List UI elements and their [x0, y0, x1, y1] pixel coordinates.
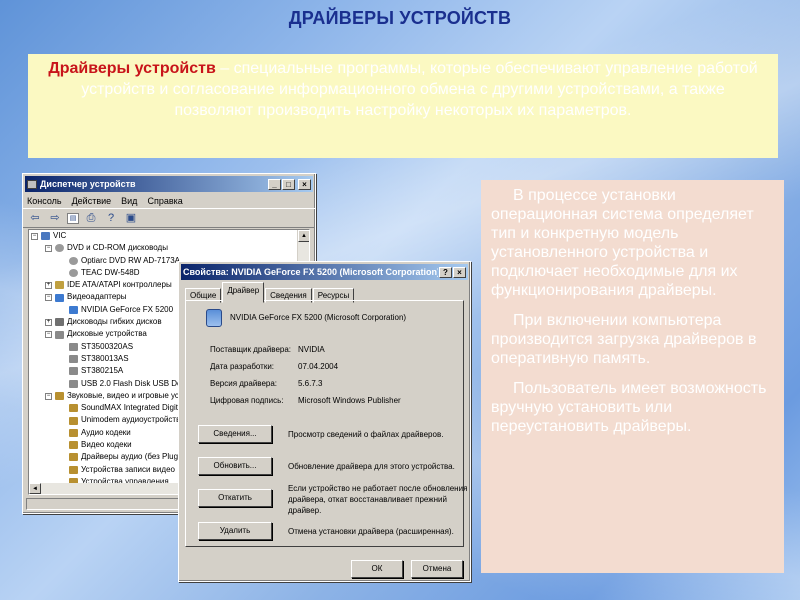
disk-icon [55, 330, 64, 339]
sound-icon [69, 465, 78, 474]
maximize-button[interactable]: □ [282, 178, 295, 190]
ide-icon [55, 281, 64, 290]
help-button[interactable]: ? [439, 266, 452, 278]
collapse-icon[interactable]: − [45, 392, 52, 400]
menu-action[interactable]: Действие [72, 196, 112, 206]
tree-item[interactable]: − DVD и CD-ROM дисководы [29, 242, 309, 254]
properties-dialog: Свойства: NVIDIA GeForce FX 5200 (Micros… [178, 261, 471, 582]
provider-value: NVIDIA [298, 345, 325, 354]
driver-tab-panel: NVIDIA GeForce FX 5200 (Microsoft Corpor… [185, 300, 467, 547]
properties-titlebar[interactable]: Свойства: NVIDIA GeForce FX 5200 (Micros… [181, 264, 468, 280]
tree-item-label: Unimodem аудиоустройство [81, 415, 185, 425]
tree-item-label: Устройства записи видео [81, 464, 175, 474]
tree-item-label: Дисковые устройства [67, 329, 147, 339]
menu-bar: Консоль Действие Вид Справка [23, 194, 315, 208]
properties-icon[interactable]: ▤ [67, 212, 79, 224]
details-description: Просмотр сведений о файлах драйверов. [288, 430, 444, 439]
ok-button[interactable]: ОК [351, 560, 403, 578]
provider-label: Поставщик драйвера: [210, 345, 292, 354]
sound-icon [69, 404, 78, 413]
back-arrow-icon[interactable]: ⇦ [27, 211, 43, 225]
tree-item[interactable]: − VIC [29, 230, 309, 242]
cdrom-icon [69, 256, 78, 265]
dialog-close-button[interactable]: × [453, 266, 466, 278]
display-icon [55, 293, 64, 302]
sound-icon [69, 428, 78, 437]
toolbar: ⇦ ⇨ ▤ ⎙ ? ▣ [23, 208, 315, 228]
display-adapter-icon [206, 309, 222, 327]
cdrom-icon [69, 269, 78, 278]
tree-item-label: Видеоадаптеры [67, 292, 127, 302]
rollback-driver-button[interactable]: Откатить [198, 489, 272, 507]
definition-term: Драйверы устройств [48, 60, 216, 77]
collapse-icon[interactable]: − [31, 232, 38, 240]
tree-item-label: ST3500320AS [81, 341, 134, 351]
properties-title: Свойства: NVIDIA GeForce FX 5200 (Micros… [183, 267, 438, 277]
date-value: 07.04.2004 [298, 362, 339, 371]
disk-icon [69, 367, 78, 376]
version-value: 5.6.7.3 [298, 379, 323, 388]
info-paragraph-2: При включении компьютера производится за… [491, 312, 757, 367]
expand-icon[interactable]: + [45, 318, 52, 326]
slide-title: ДРАЙВЕРЫ УСТРОЙСТВ [288, 8, 512, 28]
sound-icon [69, 441, 78, 450]
info-paragraph-3: Пользователь имеет возможность вручную у… [491, 380, 767, 435]
tab-driver[interactable]: Драйвер [222, 282, 265, 303]
tree-item-label: Дисководы гибких дисков [67, 317, 162, 327]
uninstall-driver-description: Отмена установки драйвера (расширенная). [288, 527, 454, 536]
rollback-driver-description: Если устройство не работает после обновл… [288, 484, 468, 515]
tree-item-label: NVIDIA GeForce FX 5200 [81, 304, 174, 314]
tree-item-label: ST380215A [81, 366, 124, 376]
details-button[interactable]: Сведения... [198, 425, 272, 443]
menu-view[interactable]: Вид [121, 196, 137, 206]
signature-value: Microsoft Windows Publisher [298, 396, 401, 405]
tree-item-label: IDE ATA/ATAPI контроллеры [67, 280, 172, 290]
device-manager-app-icon [27, 179, 37, 189]
floppy-icon [55, 318, 64, 327]
collapse-icon[interactable]: − [45, 294, 52, 302]
scroll-left-arrow[interactable]: ◄ [29, 483, 41, 494]
scroll-up-arrow[interactable]: ▲ [298, 230, 309, 242]
collapse-icon[interactable]: − [45, 244, 52, 252]
tree-item-label: TEAC DW-548D [81, 267, 140, 277]
update-driver-button[interactable]: Обновить... [198, 457, 272, 475]
device-manager-title: Диспетчер устройств [40, 179, 136, 189]
cancel-button[interactable]: Отмена [411, 560, 463, 578]
device-manager-titlebar[interactable]: Диспетчер устройств _ □ × [25, 176, 313, 192]
display-icon [69, 305, 78, 314]
update-driver-description: Обновление драйвера для этого устройства… [288, 462, 455, 471]
version-label: Версия драйвера: [210, 379, 278, 388]
tree-item-label: Видео кодеки [81, 440, 132, 450]
minimize-button[interactable]: _ [268, 178, 281, 190]
disk-icon [69, 379, 78, 388]
info-box: В процессе установки операционная систем… [481, 180, 784, 573]
menu-help[interactable]: Справка [147, 196, 182, 206]
info-paragraph-1: В процессе установки операционная систем… [491, 187, 754, 299]
print-icon[interactable]: ⎙ [83, 211, 99, 225]
tree-item-label: Аудио кодеки [81, 427, 131, 437]
disk-icon [69, 342, 78, 351]
computer-icon [41, 232, 50, 241]
menu-console[interactable]: Консоль [27, 196, 62, 206]
date-label: Дата разработки: [210, 362, 275, 371]
forward-arrow-icon[interactable]: ⇨ [47, 211, 63, 225]
device-name: NVIDIA GeForce FX 5200 (Microsoft Corpor… [230, 313, 407, 322]
sound-icon [69, 416, 78, 425]
disk-icon [69, 355, 78, 364]
tree-item-label: ST380013AS [81, 353, 129, 363]
monitor-icon[interactable]: ▣ [123, 211, 139, 225]
close-button[interactable]: × [298, 178, 311, 190]
signature-label: Цифровая подпись: [210, 396, 284, 405]
tree-item-label: VIC [53, 231, 67, 240]
uninstall-driver-button[interactable]: Удалить [198, 522, 272, 540]
tree-item-label: Optiarc DVD RW AD-7173A [81, 255, 180, 265]
expand-icon[interactable]: + [45, 281, 52, 289]
help-icon[interactable]: ? [103, 211, 119, 225]
definition-box: Драйверы устройств – специальные програм… [28, 54, 778, 158]
sound-icon [69, 453, 78, 462]
cdrom-icon [55, 244, 64, 253]
tree-item-label: DVD и CD-ROM дисководы [67, 243, 168, 253]
sound-icon [55, 392, 64, 400]
collapse-icon[interactable]: − [45, 331, 52, 339]
